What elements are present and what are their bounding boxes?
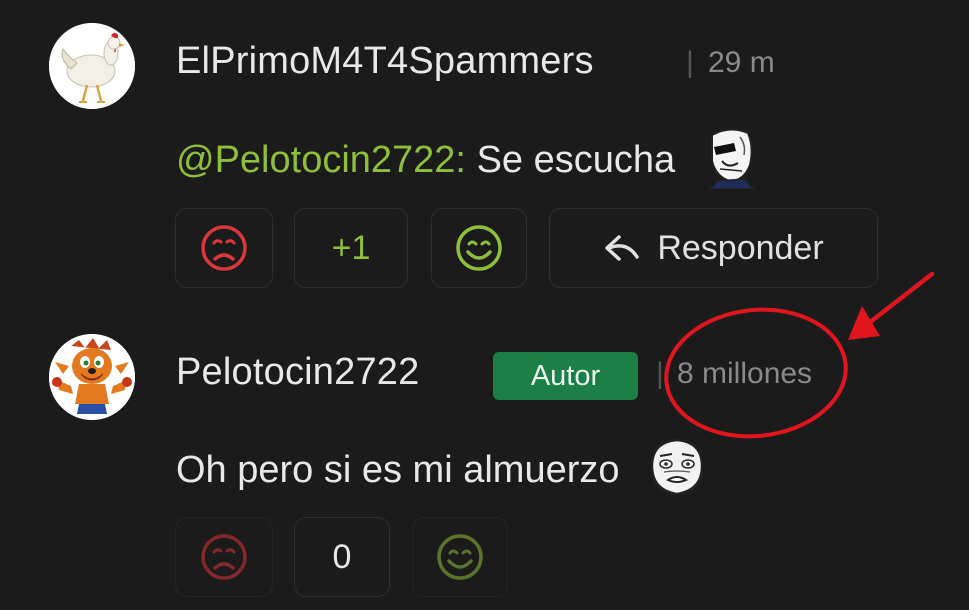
comment-message: Oh pero si es mi almuerzo: [176, 449, 620, 492]
author-badge: Autor: [493, 352, 638, 400]
chicken-icon: [49, 23, 135, 109]
score-value: +1: [331, 228, 371, 267]
crash-bandicoot-icon: [49, 334, 135, 420]
score-value: 0: [332, 537, 352, 576]
like-button[interactable]: [412, 517, 508, 597]
comment-text: @Pelotocin2722: Se escucha: [176, 125, 764, 199]
reply-button[interactable]: Responder: [549, 208, 878, 288]
like-button[interactable]: [431, 208, 527, 288]
username[interactable]: Pelotocin2722: [176, 351, 419, 394]
score-display: +1: [294, 208, 408, 288]
timestamp[interactable]: 29 m: [708, 46, 775, 80]
comment-message: Se escucha: [476, 139, 676, 182]
comment-text: Oh pero si es mi almuerzo: [176, 436, 710, 508]
smile-face-icon: [456, 225, 502, 271]
smile-face-icon: [437, 534, 483, 580]
timestamp[interactable]: 8 millones: [677, 357, 812, 391]
frown-face-icon: [201, 534, 247, 580]
comment-2: Pelotocin2722 Autor | 8 millones Oh pero…: [0, 300, 969, 610]
username[interactable]: ElPrimoM4T4Spammers: [176, 40, 594, 83]
reply-arrow-icon: [605, 235, 640, 261]
score-display: 0: [294, 517, 390, 597]
user-avatar[interactable]: [49, 23, 135, 109]
mention-link[interactable]: @Pelotocin2722:: [176, 139, 466, 181]
separator: |: [686, 46, 694, 79]
reply-label: Responder: [657, 228, 824, 267]
separator: |: [656, 357, 664, 390]
user-avatar[interactable]: [49, 334, 135, 420]
frown-face-icon: [201, 225, 247, 271]
dislike-button[interactable]: [175, 517, 273, 597]
yao-ming-face-emoji: [700, 125, 764, 199]
comment-1: ElPrimoM4T4Spammers | 29 m @Pelotocin272…: [0, 0, 969, 300]
dislike-button[interactable]: [175, 208, 273, 288]
me-gusta-face-emoji: [644, 436, 710, 508]
